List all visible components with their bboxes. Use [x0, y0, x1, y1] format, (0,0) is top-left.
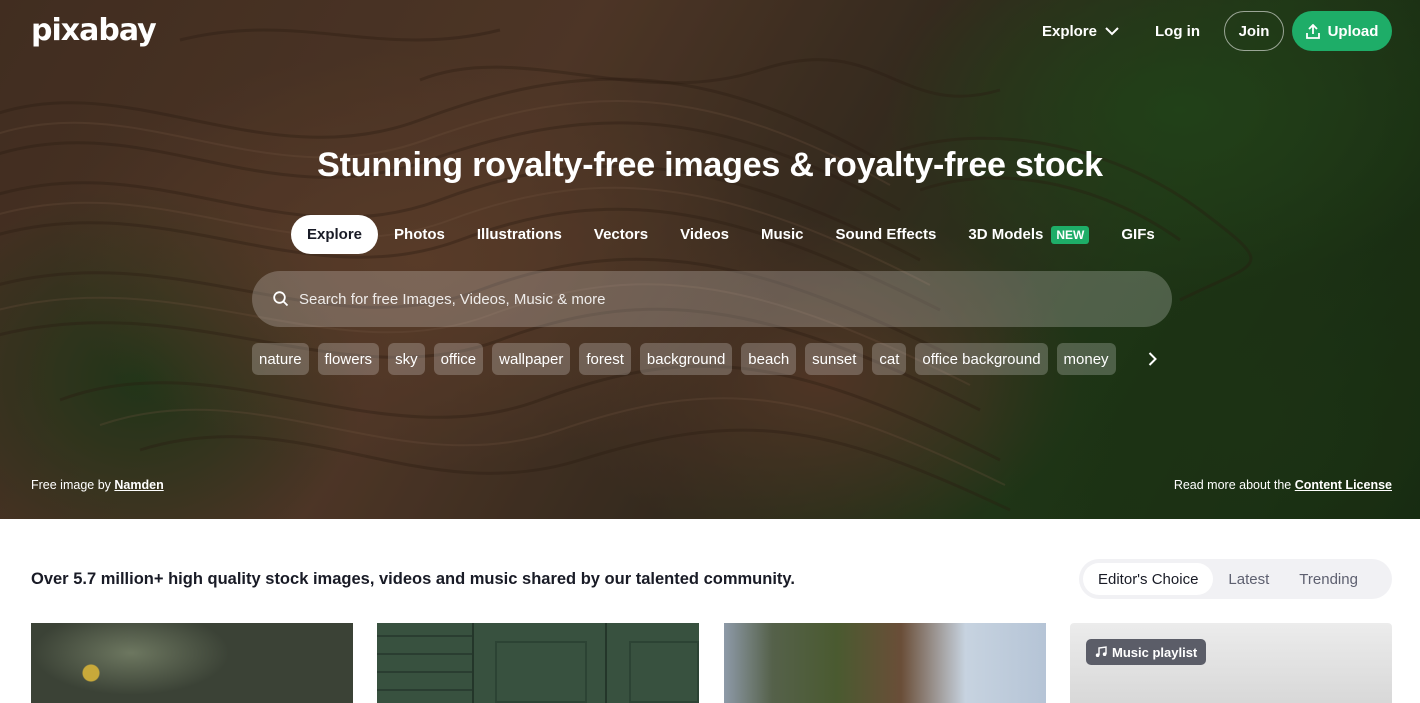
image-credit-prefix: Free image by [31, 478, 111, 492]
content-license-link[interactable]: Content License [1295, 478, 1392, 492]
tag-chip[interactable]: flowers [317, 343, 380, 375]
explore-menu-label: Explore [1041, 22, 1097, 40]
license-prefix: Read more about the [1173, 478, 1292, 492]
gallery-image-tile[interactable] [31, 623, 353, 703]
tag-chip[interactable]: sky [388, 343, 425, 375]
tag-chip[interactable]: sunset [805, 343, 864, 375]
tab-3d-models-label: 3D Models [968, 226, 1044, 243]
gallery-image-tile[interactable] [377, 623, 699, 703]
top-navigation: Explore Log in Join Upload [1042, 11, 1392, 51]
gallery-sort-toggle: Editor's Choice Latest Trending [1079, 559, 1392, 599]
search-icon [273, 291, 289, 307]
music-playlist-label: Music playlist [1112, 644, 1198, 660]
tag-chip[interactable]: office [433, 343, 484, 375]
tag-chip[interactable]: wallpaper [492, 343, 571, 375]
search-input[interactable] [299, 290, 1119, 308]
search-bar[interactable] [252, 271, 1172, 327]
tab-videos[interactable]: Videos [664, 215, 745, 254]
upload-button[interactable]: Upload [1292, 11, 1392, 51]
wood-plank [377, 671, 472, 673]
tab-explore[interactable]: Explore [291, 215, 379, 254]
music-note-icon [1095, 646, 1107, 657]
upload-icon [1305, 23, 1320, 39]
pixabay-logo[interactable]: pixabay [31, 13, 157, 48]
new-badge: NEW [1051, 225, 1090, 244]
tag-chip[interactable]: background [639, 343, 733, 375]
tab-sound-effects[interactable]: Sound Effects [820, 215, 953, 254]
login-link[interactable]: Log in [1155, 23, 1200, 40]
chevron-right-icon [1148, 352, 1157, 366]
tag-chip[interactable]: nature [252, 343, 309, 375]
join-button[interactable]: Join [1224, 11, 1284, 51]
wood-plank [377, 689, 472, 691]
door-edge [472, 623, 474, 703]
media-type-tabs: Explore Photos Illustrations Vectors Vid… [291, 215, 1171, 254]
tag-chip[interactable]: beach [741, 343, 797, 375]
tag-chip[interactable]: forest [579, 343, 631, 375]
tab-music[interactable]: Music [745, 215, 820, 254]
music-playlist-tile[interactable]: Music playlist [1070, 623, 1392, 703]
hero-section: pixabay Explore Log in Join Upload Stunn… [0, 0, 1420, 519]
tag-chip[interactable]: money [1056, 343, 1116, 375]
door-edge [605, 623, 607, 703]
tab-photos[interactable]: Photos [378, 215, 461, 254]
sort-trending[interactable]: Trending [1284, 563, 1373, 595]
community-tagline: Over 5.7 million+ high quality stock ima… [31, 570, 795, 588]
sort-editors-choice[interactable]: Editor's Choice [1083, 563, 1214, 595]
image-credit: Free image by Namden [31, 478, 164, 492]
tab-gifs[interactable]: GIFs [1105, 215, 1170, 254]
tab-illustrations[interactable]: Illustrations [461, 215, 578, 254]
hero-headline: Stunning royalty-free images & royalty-f… [317, 146, 1103, 184]
door-panel [495, 641, 587, 703]
tags-next-button[interactable] [1140, 348, 1164, 370]
door-panel [629, 641, 699, 703]
gallery-image-tile[interactable] [724, 623, 1046, 703]
image-author-link[interactable]: Namden [114, 478, 163, 492]
tag-chip[interactable]: cat [872, 343, 907, 375]
wood-plank [377, 635, 472, 637]
wood-plank [377, 653, 472, 655]
chevron-down-icon [1105, 26, 1119, 35]
explore-menu-button[interactable]: Explore [1042, 23, 1119, 40]
tab-3d-models[interactable]: 3D Models NEW [952, 215, 1105, 254]
sort-latest[interactable]: Latest [1213, 563, 1284, 595]
tag-chip[interactable]: office background [915, 343, 1048, 375]
upload-label: Upload [1327, 22, 1379, 40]
music-playlist-badge: Music playlist [1086, 639, 1207, 665]
hero-overlay [0, 0, 1420, 519]
suggested-tags: nature flowers sky office wallpaper fore… [252, 343, 1125, 375]
license-note: Read more about the Content License [1174, 478, 1392, 492]
tab-vectors[interactable]: Vectors [578, 215, 664, 254]
